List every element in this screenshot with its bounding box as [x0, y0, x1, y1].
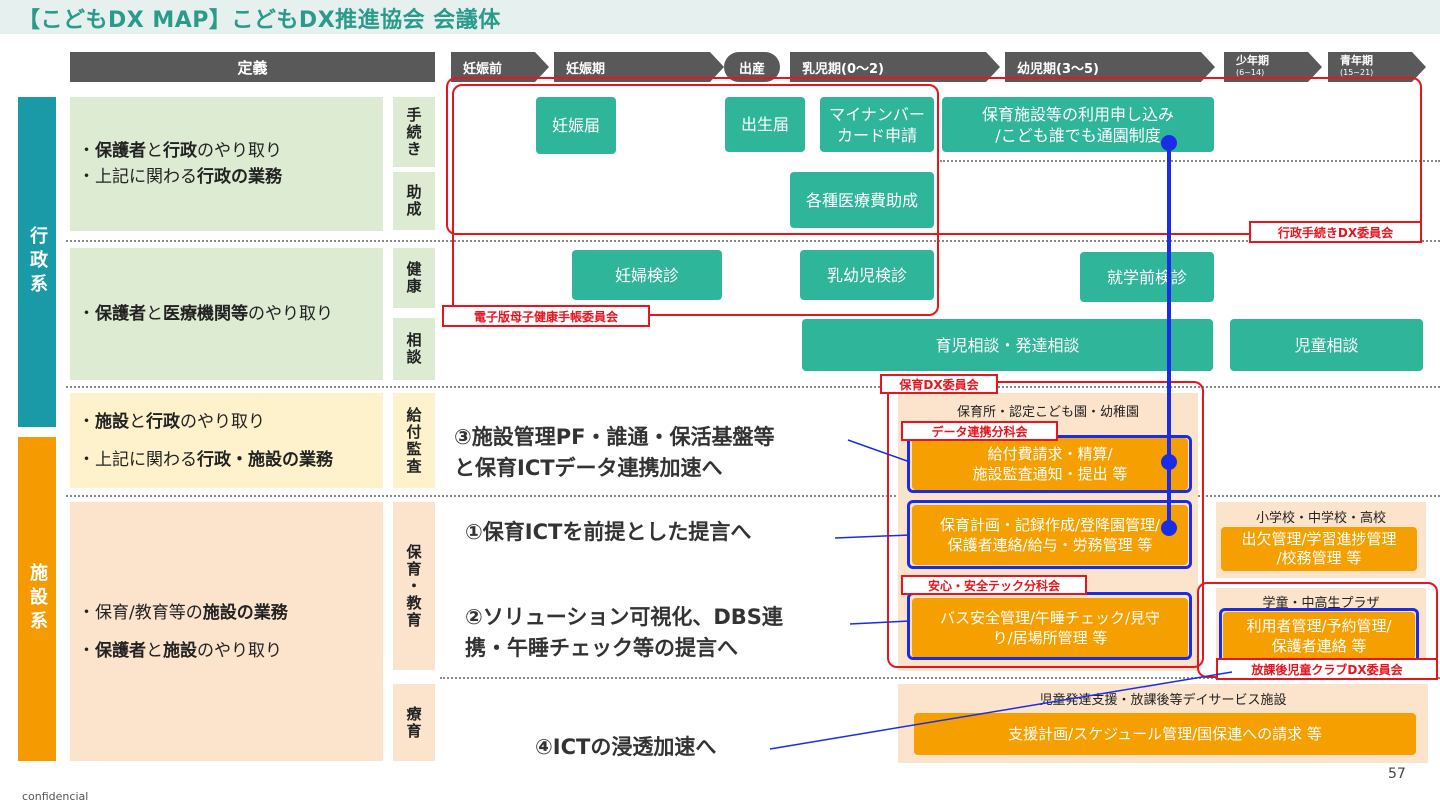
confidential-label: confidencial [22, 790, 89, 803]
proposal-2-connector [849, 620, 911, 625]
proposal-3: ③施設管理PF・誰通・保活基盤等 と保育ICTデータ連携加速へ [454, 425, 775, 480]
proposal-4: ④ICTの浸透加速へ [535, 735, 717, 759]
data-link-node [1161, 135, 1177, 151]
proposal-2: ②ソリューション可視化、DBS連 携・午睡チェック等の提言へ [465, 605, 783, 660]
proposal-4-connector [769, 671, 1233, 750]
connector-lines [769, 135, 1233, 750]
data-link-node [1161, 520, 1177, 536]
proposal-1: ①保育ICTを前提とした提言へ [465, 520, 752, 544]
data-link-node [1161, 454, 1177, 470]
proposal-1-connector [834, 534, 911, 539]
proposal-3-connector [847, 439, 911, 463]
page-number: 57 [1388, 766, 1406, 782]
